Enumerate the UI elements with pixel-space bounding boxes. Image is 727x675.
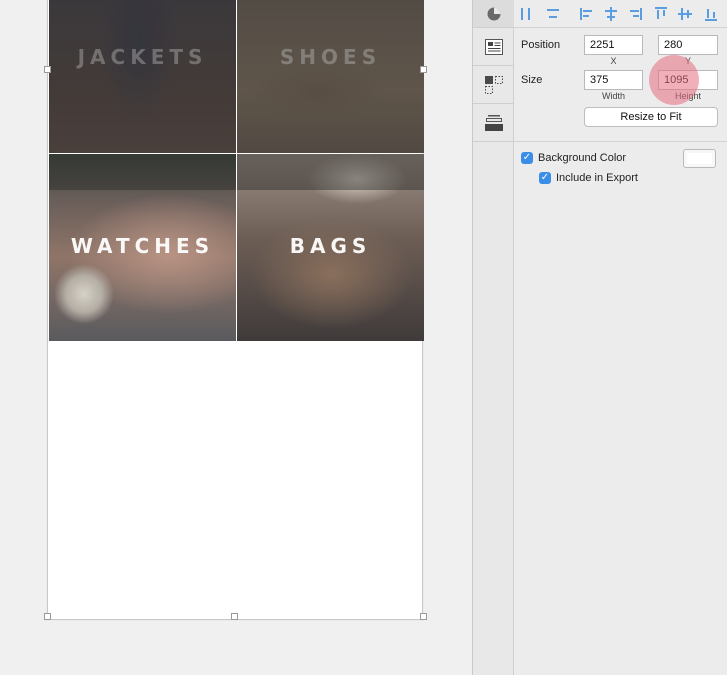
background-color-checkbox[interactable]: ✓ [521, 152, 533, 164]
jackets-image [49, 0, 236, 153]
position-label: Position [521, 39, 561, 51]
size-label: Size [521, 74, 543, 86]
shoes-image [237, 0, 424, 153]
tile-label: BAGS [289, 234, 372, 258]
tile-label: JACKETS [77, 45, 208, 69]
align-bottom-icon[interactable] [704, 7, 718, 21]
artboard[interactable]: JACKETS SHOES WATCHES BAGS [47, 0, 424, 620]
click-indicator [649, 55, 699, 105]
resize-to-fit-button[interactable]: Resize to Fit [584, 107, 718, 127]
align-left-icon[interactable] [580, 7, 594, 21]
resize-handle-bottom-right[interactable] [420, 613, 427, 620]
resize-handle-bottom-left[interactable] [44, 613, 51, 620]
arrange-icon [487, 7, 500, 20]
include-in-export-label: Include in Export [556, 172, 638, 184]
tile-bags[interactable]: BAGS [237, 154, 424, 341]
width-caption: Width [601, 91, 625, 101]
width-field[interactable]: 375 [584, 70, 643, 90]
align-top-icon[interactable] [654, 7, 668, 21]
distribute-horizontal-icon[interactable] [520, 7, 534, 21]
canvas[interactable]: JACKETS SHOES WATCHES BAGS [0, 0, 472, 675]
tile-shoes[interactable]: SHOES [237, 0, 424, 153]
tab-symbols[interactable] [473, 66, 514, 104]
symbols-icon [484, 75, 503, 94]
align-right-icon[interactable] [628, 7, 642, 21]
inspector-tab-strip [472, 0, 514, 675]
include-in-export-checkbox[interactable]: ✓ [539, 172, 551, 184]
divider [514, 141, 727, 142]
tab-arrange[interactable] [473, 0, 514, 28]
layers-icon [484, 38, 503, 55]
align-vertical-center-icon[interactable] [678, 7, 692, 21]
tile-jackets[interactable]: JACKETS [49, 0, 236, 153]
tile-label: SHOES [279, 45, 382, 69]
resize-handle-bottom[interactable] [231, 613, 238, 620]
tile-watches[interactable]: WATCHES [49, 154, 236, 341]
position-x-field[interactable]: 2251 [584, 35, 643, 55]
distribute-vertical-icon[interactable] [546, 7, 560, 21]
alignment-toolbar [514, 0, 727, 28]
tab-stack[interactable] [473, 104, 514, 142]
background-color-well[interactable] [683, 149, 716, 168]
tab-layout[interactable] [473, 28, 514, 66]
tile-label: WATCHES [70, 234, 215, 258]
position-y-field[interactable]: 280 [658, 35, 718, 55]
align-horizontal-center-icon[interactable] [604, 7, 618, 21]
x-caption: X [610, 56, 617, 66]
inspector-panel: Position 2251 280 X Y Size 375 1095 Widt… [514, 0, 727, 675]
stack-icon [484, 114, 503, 131]
background-color-label: Background Color [538, 152, 627, 164]
